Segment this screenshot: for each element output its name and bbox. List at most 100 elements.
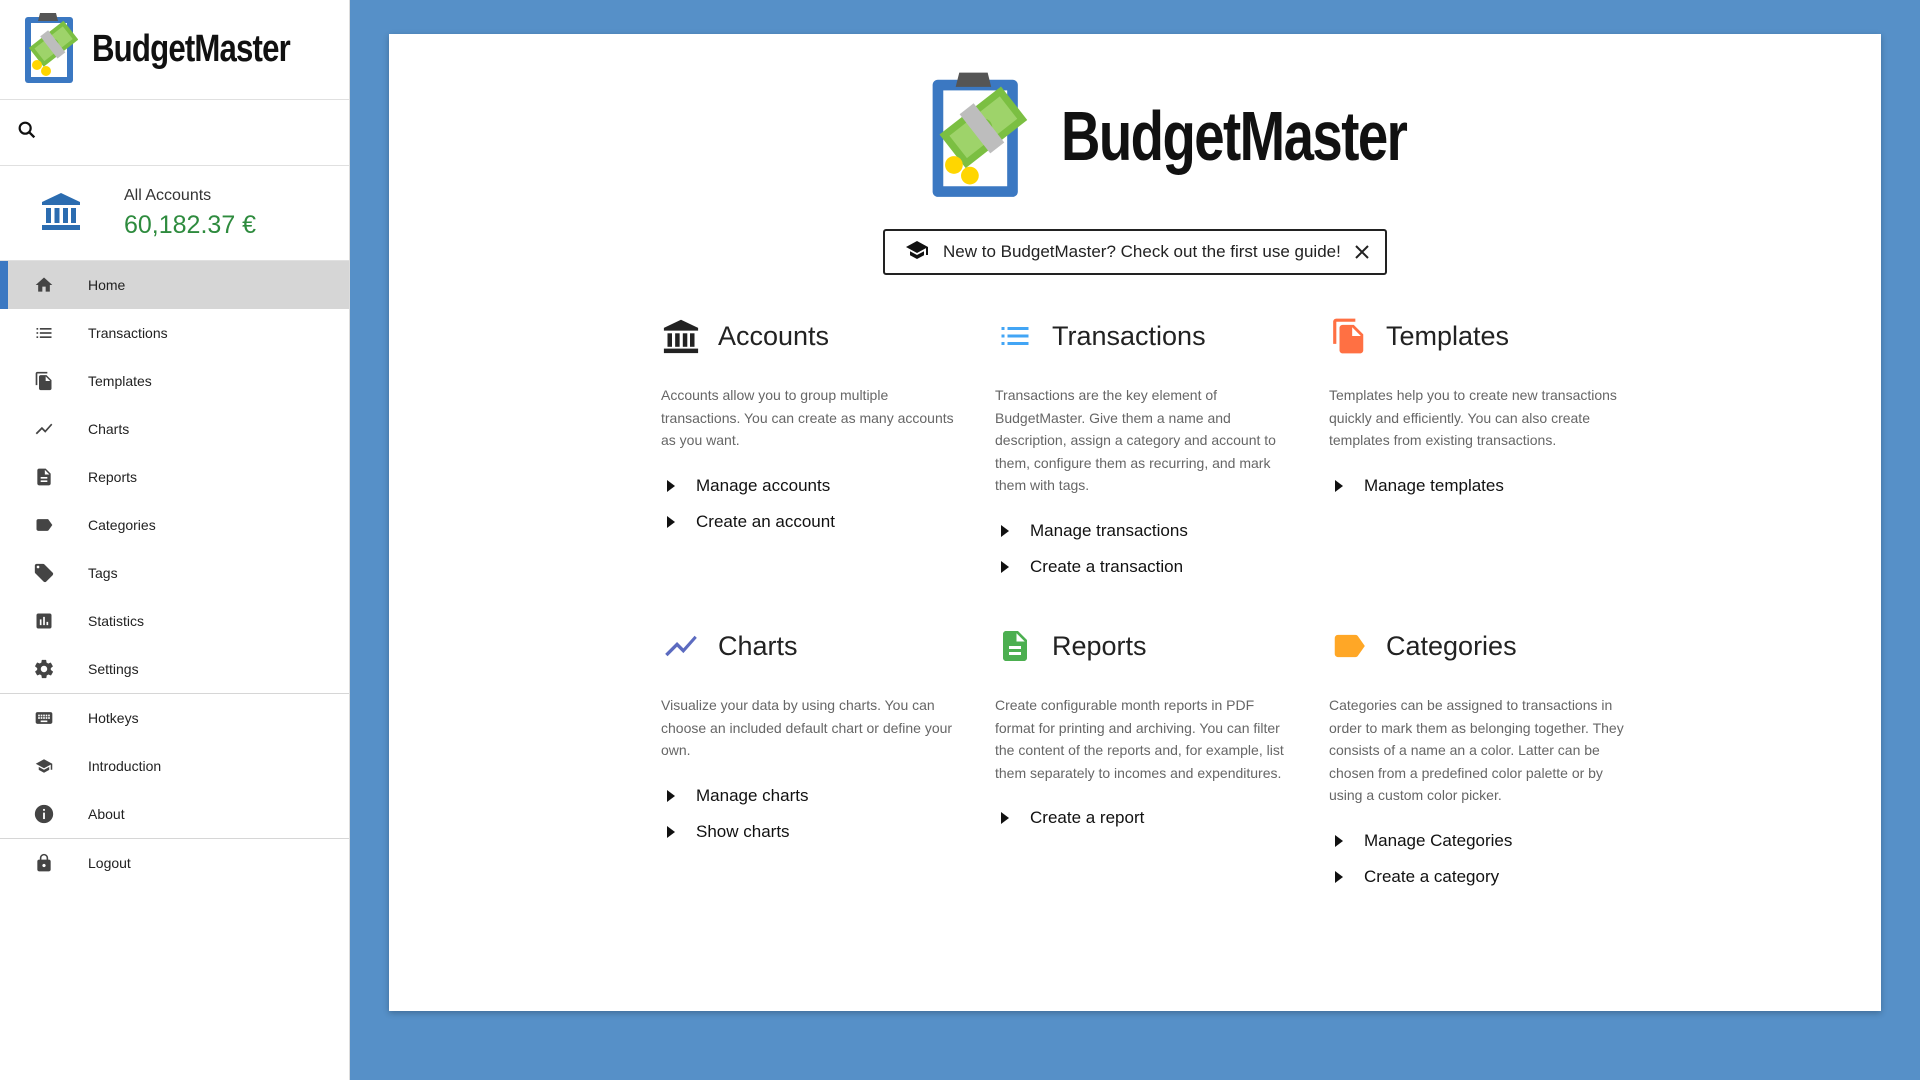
section-description: Categories can be assigned to transactio… bbox=[1329, 697, 1624, 803]
sidebar-item-transactions[interactable]: Transactions bbox=[0, 309, 349, 357]
sidebar-item-label: Home bbox=[88, 277, 126, 293]
budgetmaster-logo-icon bbox=[22, 7, 79, 92]
sidebar-item-settings[interactable]: Settings bbox=[0, 645, 349, 693]
play-arrow-icon bbox=[1335, 834, 1343, 847]
section-accounts: Accounts Accounts allow you to group mul… bbox=[661, 312, 961, 540]
chart-line-icon bbox=[32, 417, 56, 441]
account-selector[interactable]: All Accounts 60,182.37 € bbox=[0, 166, 349, 261]
play-arrow-icon bbox=[1001, 812, 1009, 824]
section-transactions: Transactions Transactions are the key el… bbox=[995, 312, 1295, 585]
section-categories: Categories Categories can be assigned to… bbox=[1329, 622, 1629, 895]
section-description: Create configurable month reports in PDF… bbox=[995, 697, 1284, 781]
sidebar-item-introduction[interactable]: Introduction bbox=[0, 742, 349, 790]
manage-transactions-link[interactable]: Manage transactions bbox=[995, 513, 1295, 549]
sidebar-search[interactable] bbox=[0, 100, 349, 166]
manage-charts-link[interactable]: Manage charts bbox=[661, 778, 961, 814]
sidebar-nav: Home Transactions Templates Charts Repor… bbox=[0, 261, 349, 887]
sidebar-item-label: Reports bbox=[88, 469, 138, 485]
create-account-link[interactable]: Create an account bbox=[661, 504, 961, 540]
link-label: Manage Categories bbox=[1364, 830, 1513, 850]
sidebar-item-label: Categories bbox=[88, 517, 156, 533]
create-transaction-link[interactable]: Create a transaction bbox=[995, 549, 1295, 585]
section-title: Transactions bbox=[1052, 320, 1206, 351]
sidebar-item-label: Settings bbox=[88, 661, 139, 677]
section-title: Categories bbox=[1386, 630, 1517, 661]
section-description: Templates help you to create new transac… bbox=[1329, 387, 1617, 448]
bank-icon bbox=[40, 191, 82, 236]
link-label: Create a report bbox=[1030, 808, 1145, 827]
list-icon bbox=[32, 321, 56, 345]
section-title: Charts bbox=[718, 630, 798, 661]
section-title: Templates bbox=[1386, 320, 1510, 351]
section-charts: Charts Visualize your data by using char… bbox=[661, 622, 961, 850]
sidebar-item-charts[interactable]: Charts bbox=[0, 405, 349, 453]
link-label: Manage charts bbox=[696, 785, 809, 805]
banner-text: New to BudgetMaster? Check out the first… bbox=[943, 242, 1341, 261]
sidebar-item-label: Transactions bbox=[88, 325, 168, 341]
sidebar-logo[interactable]: BudgetMaster bbox=[0, 0, 349, 100]
sidebar-item-reports[interactable]: Reports bbox=[0, 453, 349, 501]
close-icon[interactable] bbox=[1351, 241, 1373, 263]
sidebar-item-home[interactable]: Home bbox=[0, 261, 349, 309]
show-charts-link[interactable]: Show charts bbox=[661, 814, 961, 850]
sidebar-item-logout[interactable]: Logout bbox=[0, 839, 349, 887]
link-label: Manage accounts bbox=[696, 475, 831, 495]
file-copy-icon bbox=[1329, 316, 1369, 356]
label-icon bbox=[1329, 626, 1369, 666]
section-title: Reports bbox=[1052, 630, 1147, 661]
manage-accounts-link[interactable]: Manage accounts bbox=[661, 468, 961, 504]
sidebar-item-statistics[interactable]: Statistics bbox=[0, 597, 349, 645]
budgetmaster-logo-icon bbox=[921, 62, 1033, 209]
section-reports: Reports Create configurable month report… bbox=[995, 622, 1295, 836]
sidebar-item-about[interactable]: About bbox=[0, 790, 349, 838]
link-label: Create a category bbox=[1364, 866, 1500, 886]
gear-icon bbox=[32, 657, 56, 681]
play-arrow-icon bbox=[1001, 560, 1009, 573]
sidebar-item-categories[interactable]: Categories bbox=[0, 501, 349, 549]
keyboard-icon bbox=[32, 706, 56, 730]
manage-categories-link[interactable]: Manage Categories bbox=[1329, 823, 1629, 859]
graduation-cap-icon bbox=[903, 238, 931, 267]
manage-templates-link[interactable]: Manage templates bbox=[1329, 468, 1629, 504]
account-balance: 60,182.37 € bbox=[124, 210, 257, 239]
section-title: Accounts bbox=[718, 320, 830, 351]
tag-icon bbox=[32, 561, 56, 585]
hero-logo: BudgetMaster bbox=[921, 62, 1504, 209]
link-label: Show charts bbox=[696, 821, 790, 841]
label-icon bbox=[32, 513, 56, 537]
play-arrow-icon bbox=[1335, 479, 1343, 492]
sidebar-item-label: Hotkeys bbox=[88, 710, 139, 726]
graduation-cap-icon bbox=[32, 754, 56, 778]
sidebar-item-label: About bbox=[88, 806, 125, 822]
play-arrow-icon bbox=[667, 515, 675, 528]
sidebar-item-hotkeys[interactable]: Hotkeys bbox=[0, 694, 349, 742]
file-copy-icon bbox=[32, 369, 56, 393]
create-report-link[interactable]: Create a report bbox=[995, 800, 1295, 836]
lock-icon bbox=[32, 851, 56, 875]
link-label: Create an account bbox=[696, 511, 835, 531]
sidebar-item-label: Charts bbox=[88, 421, 130, 437]
chart-line-icon bbox=[661, 626, 701, 666]
home-card: BudgetMaster New to BudgetMaster? Check … bbox=[389, 34, 1881, 1011]
list-icon bbox=[995, 316, 1035, 356]
section-templates: Templates Templates help you to create n… bbox=[1329, 312, 1629, 504]
search-icon[interactable] bbox=[16, 119, 38, 146]
bank-icon bbox=[661, 316, 701, 356]
play-arrow-icon bbox=[667, 825, 675, 838]
play-arrow-icon bbox=[667, 789, 675, 802]
play-arrow-icon bbox=[667, 479, 675, 492]
link-label: Manage transactions bbox=[1030, 520, 1188, 540]
sidebar-item-tags[interactable]: Tags bbox=[0, 549, 349, 597]
account-name: All Accounts bbox=[124, 186, 212, 204]
section-description: Accounts allow you to group multiple tra… bbox=[661, 387, 954, 448]
sidebar-brand-name: BudgetMaster bbox=[92, 28, 291, 70]
sidebar-item-label: Tags bbox=[88, 565, 118, 581]
play-arrow-icon bbox=[1001, 524, 1009, 537]
create-category-link[interactable]: Create a category bbox=[1329, 859, 1629, 895]
sidebar-item-label: Logout bbox=[88, 855, 131, 871]
link-label: Manage templates bbox=[1364, 475, 1504, 495]
first-use-guide-banner[interactable]: New to BudgetMaster? Check out the first… bbox=[883, 229, 1387, 275]
section-description: Transactions are the key element of Budg… bbox=[995, 387, 1276, 493]
link-label: Create a transaction bbox=[1030, 556, 1184, 576]
sidebar-item-templates[interactable]: Templates bbox=[0, 357, 349, 405]
